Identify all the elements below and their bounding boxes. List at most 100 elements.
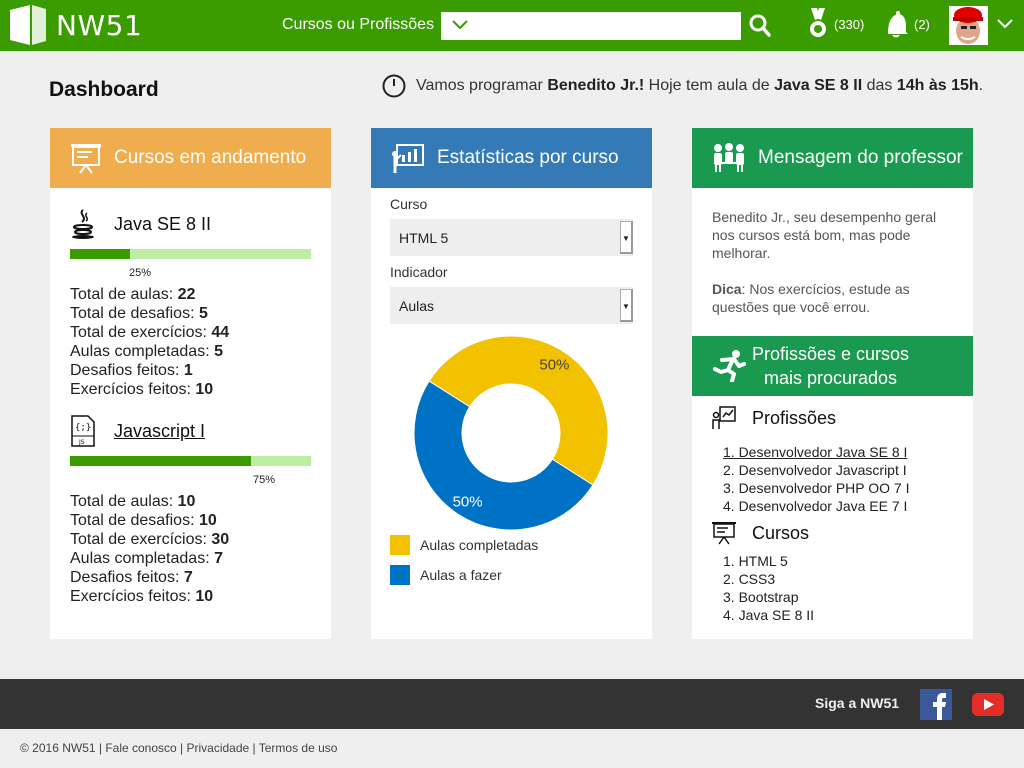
notifications-badge[interactable]: (2) [884, 8, 930, 40]
list-item[interactable]: 2. CSS3 [723, 570, 814, 588]
course-progress-fill [70, 456, 251, 466]
list-item[interactable]: 3. Desenvolvedor PHP OO 7 I [723, 479, 910, 497]
indicator-select[interactable]: Aulas ▼ [390, 287, 633, 324]
course-progress-bar [70, 456, 311, 466]
search-label: Cursos ou Profissões [282, 16, 435, 33]
medals-count: (330) [834, 16, 865, 32]
svg-text:{;}: {;} [75, 423, 91, 433]
notice-user: Benedito Jr.! [547, 77, 645, 94]
popular-card-header: Profissões e cursos mais procurados [692, 336, 973, 396]
stat-line: Total de aulas: 22 [70, 286, 196, 303]
statistics-card: Estatísticas por curso Curso HTML 5 ▼ In… [371, 128, 652, 639]
course-progress-bar [70, 249, 311, 259]
list-item[interactable]: 4. Desenvolvedor Java EE 7 I [723, 497, 910, 515]
course-stats: Total de aulas: 22 Total de desafios: 5 … [70, 285, 229, 399]
legend-swatch [390, 565, 410, 585]
professions-list: 1. Desenvolvedor Java SE 8 I 2. Desenvol… [723, 443, 910, 515]
user-avatar-image [949, 6, 988, 45]
course-item-java: Java SE 8 II 25% Total de aulas: 22 Tota… [70, 208, 311, 408]
courses-card-title: Cursos em andamento [114, 147, 307, 168]
course-item-javascript: {;} JS Javascript I 75% Total de aulas: … [70, 415, 311, 615]
notice-middle: Hoje tem aula de [644, 77, 775, 94]
bell-icon [888, 11, 908, 38]
facebook-link[interactable] [920, 689, 952, 720]
presenter-chart-icon [712, 406, 736, 429]
courses-card-header: Cursos em andamento [50, 128, 331, 188]
courses-title: Cursos [752, 522, 810, 543]
search-button[interactable] [748, 12, 774, 40]
legend-item-todo: Aulas a fazer [390, 565, 502, 585]
clock-icon [382, 74, 406, 98]
presentation-board-icon [712, 522, 736, 545]
footer: Siga a NW51 [0, 679, 1024, 729]
lessons-donut-chart: 50% 50% [413, 335, 609, 531]
courses-heading: Cursos [712, 521, 809, 545]
notice-end: . [978, 77, 984, 94]
course-stats: Total de aulas: 10 Total de desafios: 10… [70, 492, 229, 606]
chevron-down-icon[interactable] [451, 18, 469, 32]
donut-slice-label: 50% [539, 357, 569, 374]
list-item[interactable]: 1. HTML 5 [723, 552, 814, 570]
svg-text:JS: JS [78, 439, 85, 446]
teacher-message: Benedito Jr., seu desempenho geral nos c… [712, 208, 962, 316]
statistics-card-title: Estatísticas por curso [437, 147, 619, 168]
stat-line: Total de aulas: 10 [70, 493, 196, 510]
avatar[interactable] [949, 6, 988, 45]
professions-title: Profissões [752, 407, 837, 428]
course-title-javascript[interactable]: {;} JS Javascript I [70, 415, 311, 447]
presentation-board-icon [71, 144, 101, 174]
stat-line: Desafios feitos: 1 [70, 362, 193, 379]
donut-slice-label: 50% [453, 493, 483, 510]
statistics-card-header: Estatísticas por curso [371, 128, 652, 188]
courses-in-progress-card: Cursos em andamento Java SE 8 II 25% Tot… [50, 128, 331, 639]
list-item[interactable]: 1. Desenvolvedor Java SE 8 I [723, 443, 910, 461]
stat-line: Aulas completadas: 7 [70, 550, 223, 567]
tip-label: Dica [712, 281, 742, 297]
notice-between: das [862, 77, 897, 94]
course-title-java[interactable]: Java SE 8 II [70, 208, 311, 240]
course-name: Javascript I [114, 420, 206, 441]
notice-time: 14h às 15h [896, 77, 979, 94]
legend-label: Aulas a fazer [420, 567, 502, 583]
running-person-icon [713, 350, 746, 382]
course-select[interactable]: HTML 5 ▼ [390, 219, 633, 256]
java-icon [72, 209, 94, 239]
indicator-select-label: Indicador [390, 264, 448, 280]
notice-prefix: Vamos programar [416, 77, 548, 94]
facebook-icon [933, 693, 946, 720]
medal-icon [810, 8, 826, 37]
search-input[interactable] [441, 12, 741, 40]
list-item[interactable]: 3. Bootstrap [723, 588, 814, 606]
nw51-logo-icon [10, 5, 46, 45]
list-item[interactable]: 2. Desenvolvedor Javascript I [723, 461, 910, 479]
course-name: Java SE 8 II [114, 213, 212, 234]
chart-board-icon [392, 144, 424, 173]
legend-swatch [390, 535, 410, 555]
legend-item-completed: Aulas completadas [390, 535, 538, 555]
popular-courses-list: 1. HTML 5 2. CSS3 3. Bootstrap 4. Java S… [723, 552, 814, 624]
dropdown-arrow-icon[interactable]: ▼ [620, 289, 633, 322]
stat-line: Aulas completadas: 5 [70, 343, 223, 360]
stat-line: Total de desafios: 5 [70, 305, 208, 322]
search-icon [749, 14, 771, 37]
javascript-file-icon: {;} JS [71, 415, 95, 447]
course-select-value: HTML 5 [399, 230, 449, 246]
notice-course: Java SE 8 II [774, 77, 863, 94]
message-text: Benedito Jr., seu desempenho geral nos c… [712, 209, 937, 261]
dropdown-arrow-icon[interactable]: ▼ [620, 221, 633, 254]
list-item[interactable]: 4. Java SE 8 II [723, 606, 814, 624]
people-meeting-icon [714, 143, 744, 172]
legend-label: Aulas completadas [420, 537, 539, 553]
message-card-title: Mensagem do professor [758, 147, 963, 168]
medals-badge[interactable]: (330) [808, 8, 864, 40]
youtube-icon[interactable] [972, 693, 1004, 716]
course-progress-fill [70, 249, 131, 259]
brand-logo[interactable]: NW51 [10, 5, 142, 45]
stat-line: Total de exercícios: 30 [70, 531, 230, 548]
notifications-count: (2) [914, 16, 930, 32]
stat-line: Exercícios feitos: 10 [70, 381, 214, 398]
user-menu-chevron-icon[interactable] [996, 18, 1014, 30]
top-navbar: NW51 Cursos ou Profissões (330) (2) [0, 0, 1024, 51]
message-card-header: Mensagem do professor [692, 128, 973, 188]
copyright-links[interactable]: © 2016 NW51 | Fale conosco | Privacidade… [20, 741, 337, 755]
